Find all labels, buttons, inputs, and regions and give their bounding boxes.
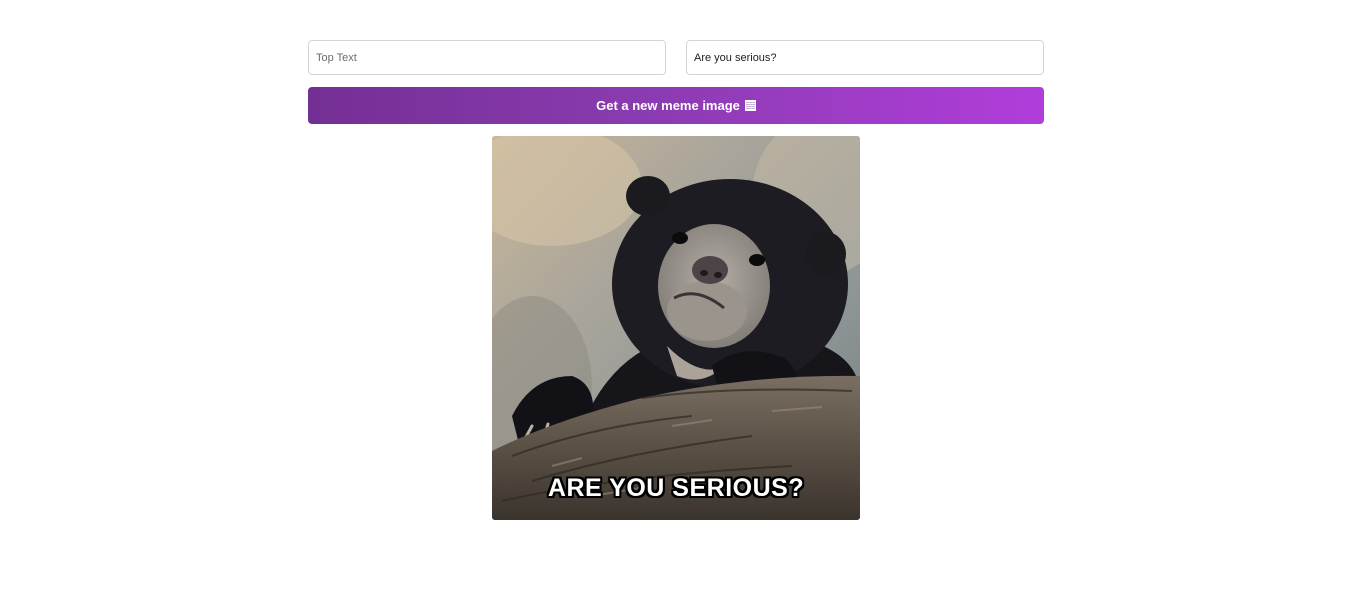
bear-photo xyxy=(492,136,860,520)
top-text-input[interactable] xyxy=(308,40,666,75)
meme-bottom-caption: Are you serious? xyxy=(547,474,805,502)
bottom-text-input[interactable] xyxy=(686,40,1044,75)
text-inputs xyxy=(308,40,1044,75)
meme-image: Are you serious? xyxy=(492,136,860,520)
new-meme-image-button-label: Get a new meme image xyxy=(596,98,740,113)
framed-picture-icon xyxy=(744,100,756,111)
meme-form: Get a new meme image xyxy=(308,40,1044,124)
new-meme-image-button[interactable]: Get a new meme image xyxy=(308,87,1044,124)
